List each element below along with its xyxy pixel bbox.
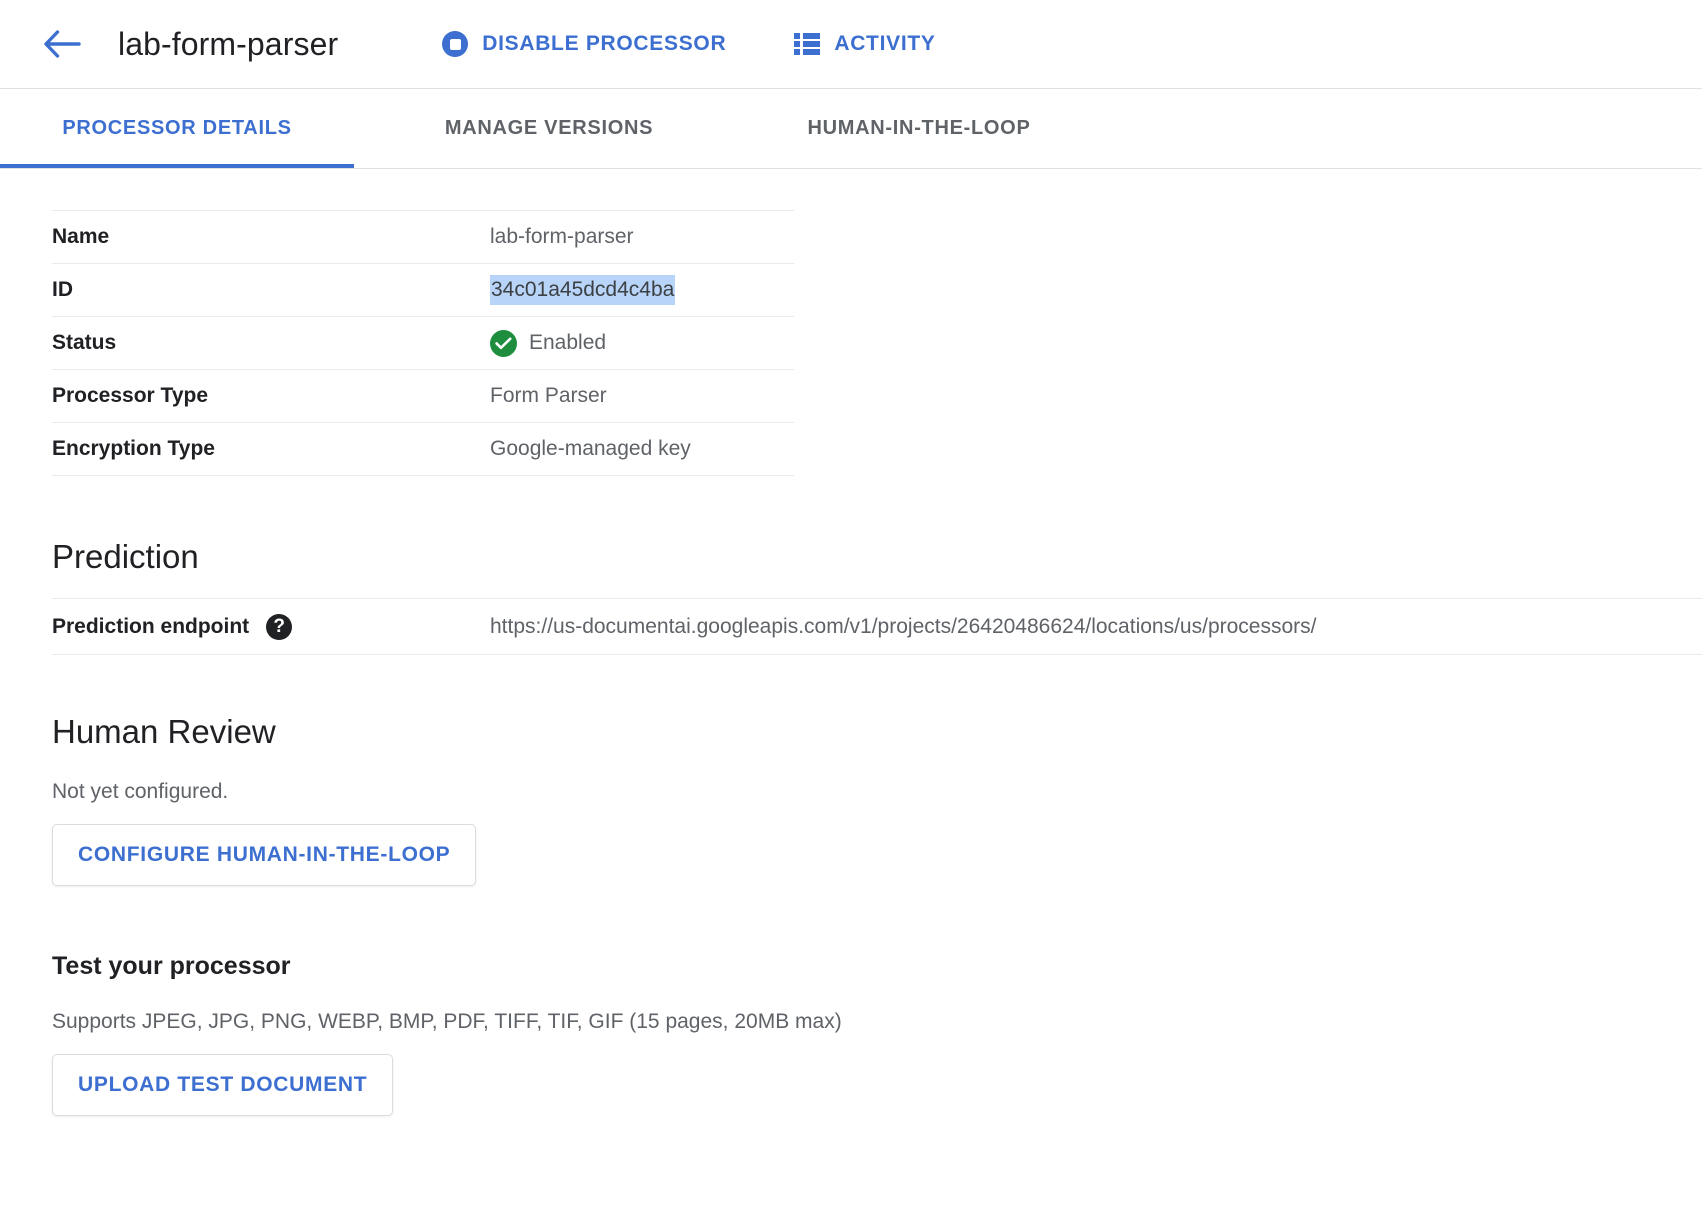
main-content: Name lab-form-parser ID 34c01a45dcd4c4ba… <box>0 210 1702 1116</box>
table-row-status: Status Enabled <box>52 316 794 370</box>
stop-circle-icon <box>442 31 469 57</box>
page-title: lab-form-parser <box>118 25 339 62</box>
tab-processor-details[interactable]: PROCESSOR DETAILS <box>0 89 354 168</box>
disable-processor-button[interactable]: DISABLE PROCESSOR <box>442 31 726 57</box>
activity-label: ACTIVITY <box>834 32 936 55</box>
configure-human-in-the-loop-button[interactable]: CONFIGURE HUMAN-IN-THE-LOOP <box>52 824 477 886</box>
test-processor-heading: Test your processor <box>52 952 291 980</box>
back-button[interactable] <box>38 20 86 68</box>
table-row-processor-type: Processor Type Form Parser <box>52 369 794 423</box>
row-label-encryption-type: Encryption Type <box>52 422 490 476</box>
status-badge: Enabled <box>529 331 607 354</box>
app-bar: lab-form-parser DISABLE PROCESSOR ACTIVI… <box>0 0 1702 89</box>
row-label-id: ID <box>52 263 490 317</box>
list-icon <box>794 33 821 55</box>
human-review-status: Not yet configured. <box>52 780 229 803</box>
table-row-encryption-type: Encryption Type Google-managed key <box>52 422 794 476</box>
supported-formats-text: Supports JPEG, JPG, PNG, WEBP, BMP, PDF,… <box>52 1010 842 1033</box>
tab-human-in-the-loop[interactable]: HUMAN-IN-THE-LOOP <box>744 89 1094 168</box>
check-circle-icon <box>490 329 517 357</box>
human-review-heading: Human Review <box>52 713 276 750</box>
row-value-name: lab-form-parser <box>490 210 794 264</box>
row-value-id[interactable]: 34c01a45dcd4c4ba <box>490 275 676 305</box>
tab-manage-versions[interactable]: MANAGE VERSIONS <box>354 89 744 168</box>
row-label-status: Status <box>52 316 490 370</box>
tab-processor-details-label: PROCESSOR DETAILS <box>62 117 292 139</box>
disable-processor-label: DISABLE PROCESSOR <box>482 32 727 55</box>
app-bar-actions: DISABLE PROCESSOR ACTIVITY <box>442 31 1003 57</box>
row-label-prediction-endpoint: Prediction endpoint ? <box>52 598 490 655</box>
prediction-endpoint-label: Prediction endpoint <box>52 614 250 638</box>
row-label-name: Name <box>52 210 490 264</box>
prediction-endpoint-value: https://us-documentai.googleapis.com/v1/… <box>490 598 1702 655</box>
table-row-id: ID 34c01a45dcd4c4ba <box>52 263 794 317</box>
row-value-status-cell: Enabled <box>490 316 794 370</box>
help-icon[interactable]: ? <box>266 613 293 640</box>
tab-human-in-the-loop-label: HUMAN-IN-THE-LOOP <box>807 117 1031 139</box>
upload-test-document-button[interactable]: UPLOAD TEST DOCUMENT <box>52 1054 394 1116</box>
row-value-id-cell[interactable]: 34c01a45dcd4c4ba <box>490 263 794 317</box>
prediction-heading: Prediction <box>52 538 199 575</box>
activity-button[interactable]: ACTIVITY <box>794 32 935 56</box>
row-value-encryption-type: Google-managed key <box>490 422 794 476</box>
table-row-name: Name lab-form-parser <box>52 210 794 264</box>
table-row-prediction-endpoint: Prediction endpoint ? https://us-documen… <box>52 598 1702 655</box>
row-value-processor-type: Form Parser <box>490 369 794 423</box>
row-label-processor-type: Processor Type <box>52 369 490 423</box>
tab-bar: PROCESSOR DETAILS MANAGE VERSIONS HUMAN-… <box>0 89 1702 169</box>
arrow-left-icon <box>43 29 81 59</box>
tab-manage-versions-label: MANAGE VERSIONS <box>444 117 654 139</box>
processor-details-table: Name lab-form-parser ID 34c01a45dcd4c4ba… <box>52 210 794 476</box>
prediction-endpoint-table: Prediction endpoint ? https://us-documen… <box>52 598 1702 655</box>
